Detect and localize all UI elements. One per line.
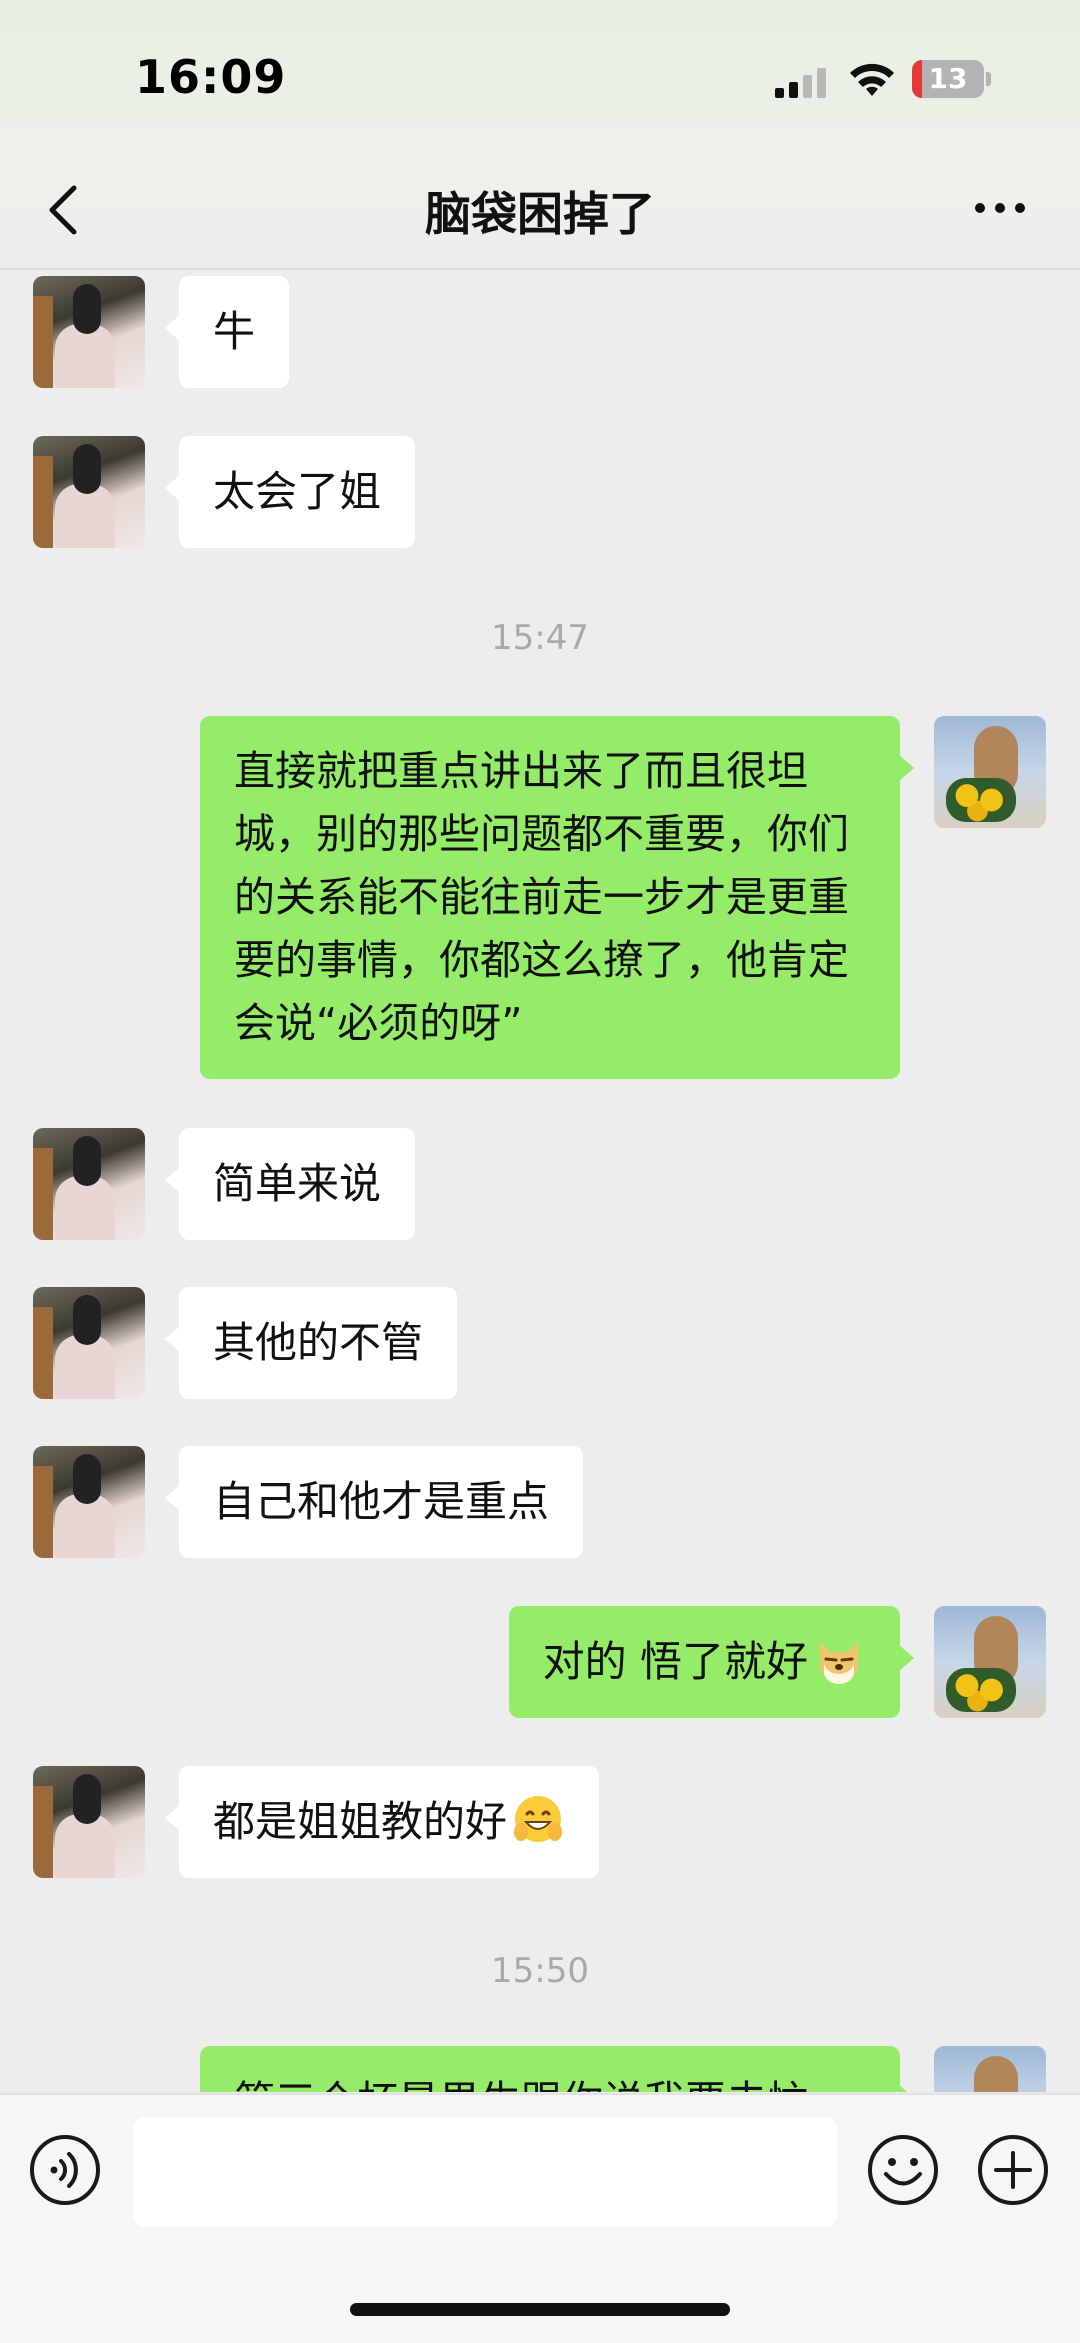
message-timestamp: 15:50: [491, 1951, 589, 1991]
avatar-detail: [33, 1786, 53, 1878]
avatar-detail: [73, 1136, 101, 1186]
battery-tip: [986, 72, 991, 86]
voice-icon[interactable]: [28, 2133, 102, 2207]
contact-avatar[interactable]: [33, 436, 145, 548]
message-timestamp: 15:47: [491, 618, 589, 658]
avatar-detail: [33, 1466, 53, 1558]
outgoing-message-bubble[interactable]: 对的 悟了就好: [508, 1606, 915, 1718]
home-indicator[interactable]: [350, 2303, 730, 2316]
avatar-detail: [73, 1295, 101, 1345]
my-avatar[interactable]: [934, 716, 1046, 828]
doge-emoji-icon: [820, 1642, 858, 1684]
incoming-message-bubble[interactable]: 牛: [164, 276, 290, 388]
ellipsis-icon[interactable]: [970, 188, 1030, 228]
plus-icon[interactable]: [976, 2133, 1050, 2207]
avatar-detail: [33, 296, 53, 388]
message-text: 对的 悟了就好: [542, 1637, 808, 1686]
avatar-detail: [73, 284, 101, 334]
avatar-detail: [946, 1668, 1016, 1712]
avatar-detail: [974, 2056, 1018, 2092]
status-bar: 16:09 13: [0, 0, 1080, 150]
incoming-message-bubble[interactable]: 都是姐姐教的好: [164, 1766, 600, 1878]
avatar-detail: [73, 1454, 101, 1504]
contact-avatar[interactable]: [33, 1128, 145, 1240]
incoming-message-bubble[interactable]: 太会了姐: [164, 436, 416, 548]
avatar-detail: [33, 456, 53, 548]
outgoing-message-bubble[interactable]: 第三个杯是男生跟你说我要去忙: [200, 2046, 914, 2092]
smiley-icon[interactable]: [866, 2133, 940, 2207]
incoming-message-bubble[interactable]: 简单来说: [164, 1128, 416, 1240]
contact-avatar[interactable]: [33, 1287, 145, 1399]
incoming-message-bubble[interactable]: 其他的不管: [164, 1287, 458, 1399]
chat-title[interactable]: 脑袋困掉了: [0, 178, 1080, 244]
message-text: 都是姐姐教的好: [213, 1797, 508, 1846]
chat-message-list[interactable]: 牛 太会了姐 15:47 直接就把重点讲出来了而且很坦城，别的那些问题都不重要，…: [0, 270, 1080, 2092]
outgoing-message-bubble[interactable]: 直接就把重点讲出来了而且很坦城，别的那些问题都不重要，你们的关系能不能往前走一步…: [200, 716, 914, 1079]
incoming-message-bubble[interactable]: 自己和他才是重点: [164, 1446, 584, 1558]
grin-emoji-icon: [514, 1796, 563, 1842]
avatar-detail: [33, 1307, 53, 1399]
avatar-detail: [946, 778, 1016, 822]
cellular-signal-icon: [775, 68, 826, 98]
contact-avatar[interactable]: [33, 1766, 145, 1878]
message-input[interactable]: [133, 2117, 837, 2227]
battery-level: 13: [928, 62, 968, 95]
my-avatar[interactable]: [934, 2046, 1046, 2092]
status-time: 16:09: [135, 50, 287, 104]
my-avatar[interactable]: [934, 1606, 1046, 1718]
wifi-icon: [850, 63, 894, 96]
contact-avatar[interactable]: [33, 1446, 145, 1558]
battery-icon: 13: [912, 60, 984, 98]
avatar-detail: [33, 1148, 53, 1240]
avatar-detail: [73, 1774, 101, 1824]
contact-avatar[interactable]: [33, 276, 145, 388]
chat-header: 脑袋困掉了: [0, 150, 1080, 268]
avatar-detail: [73, 444, 101, 494]
